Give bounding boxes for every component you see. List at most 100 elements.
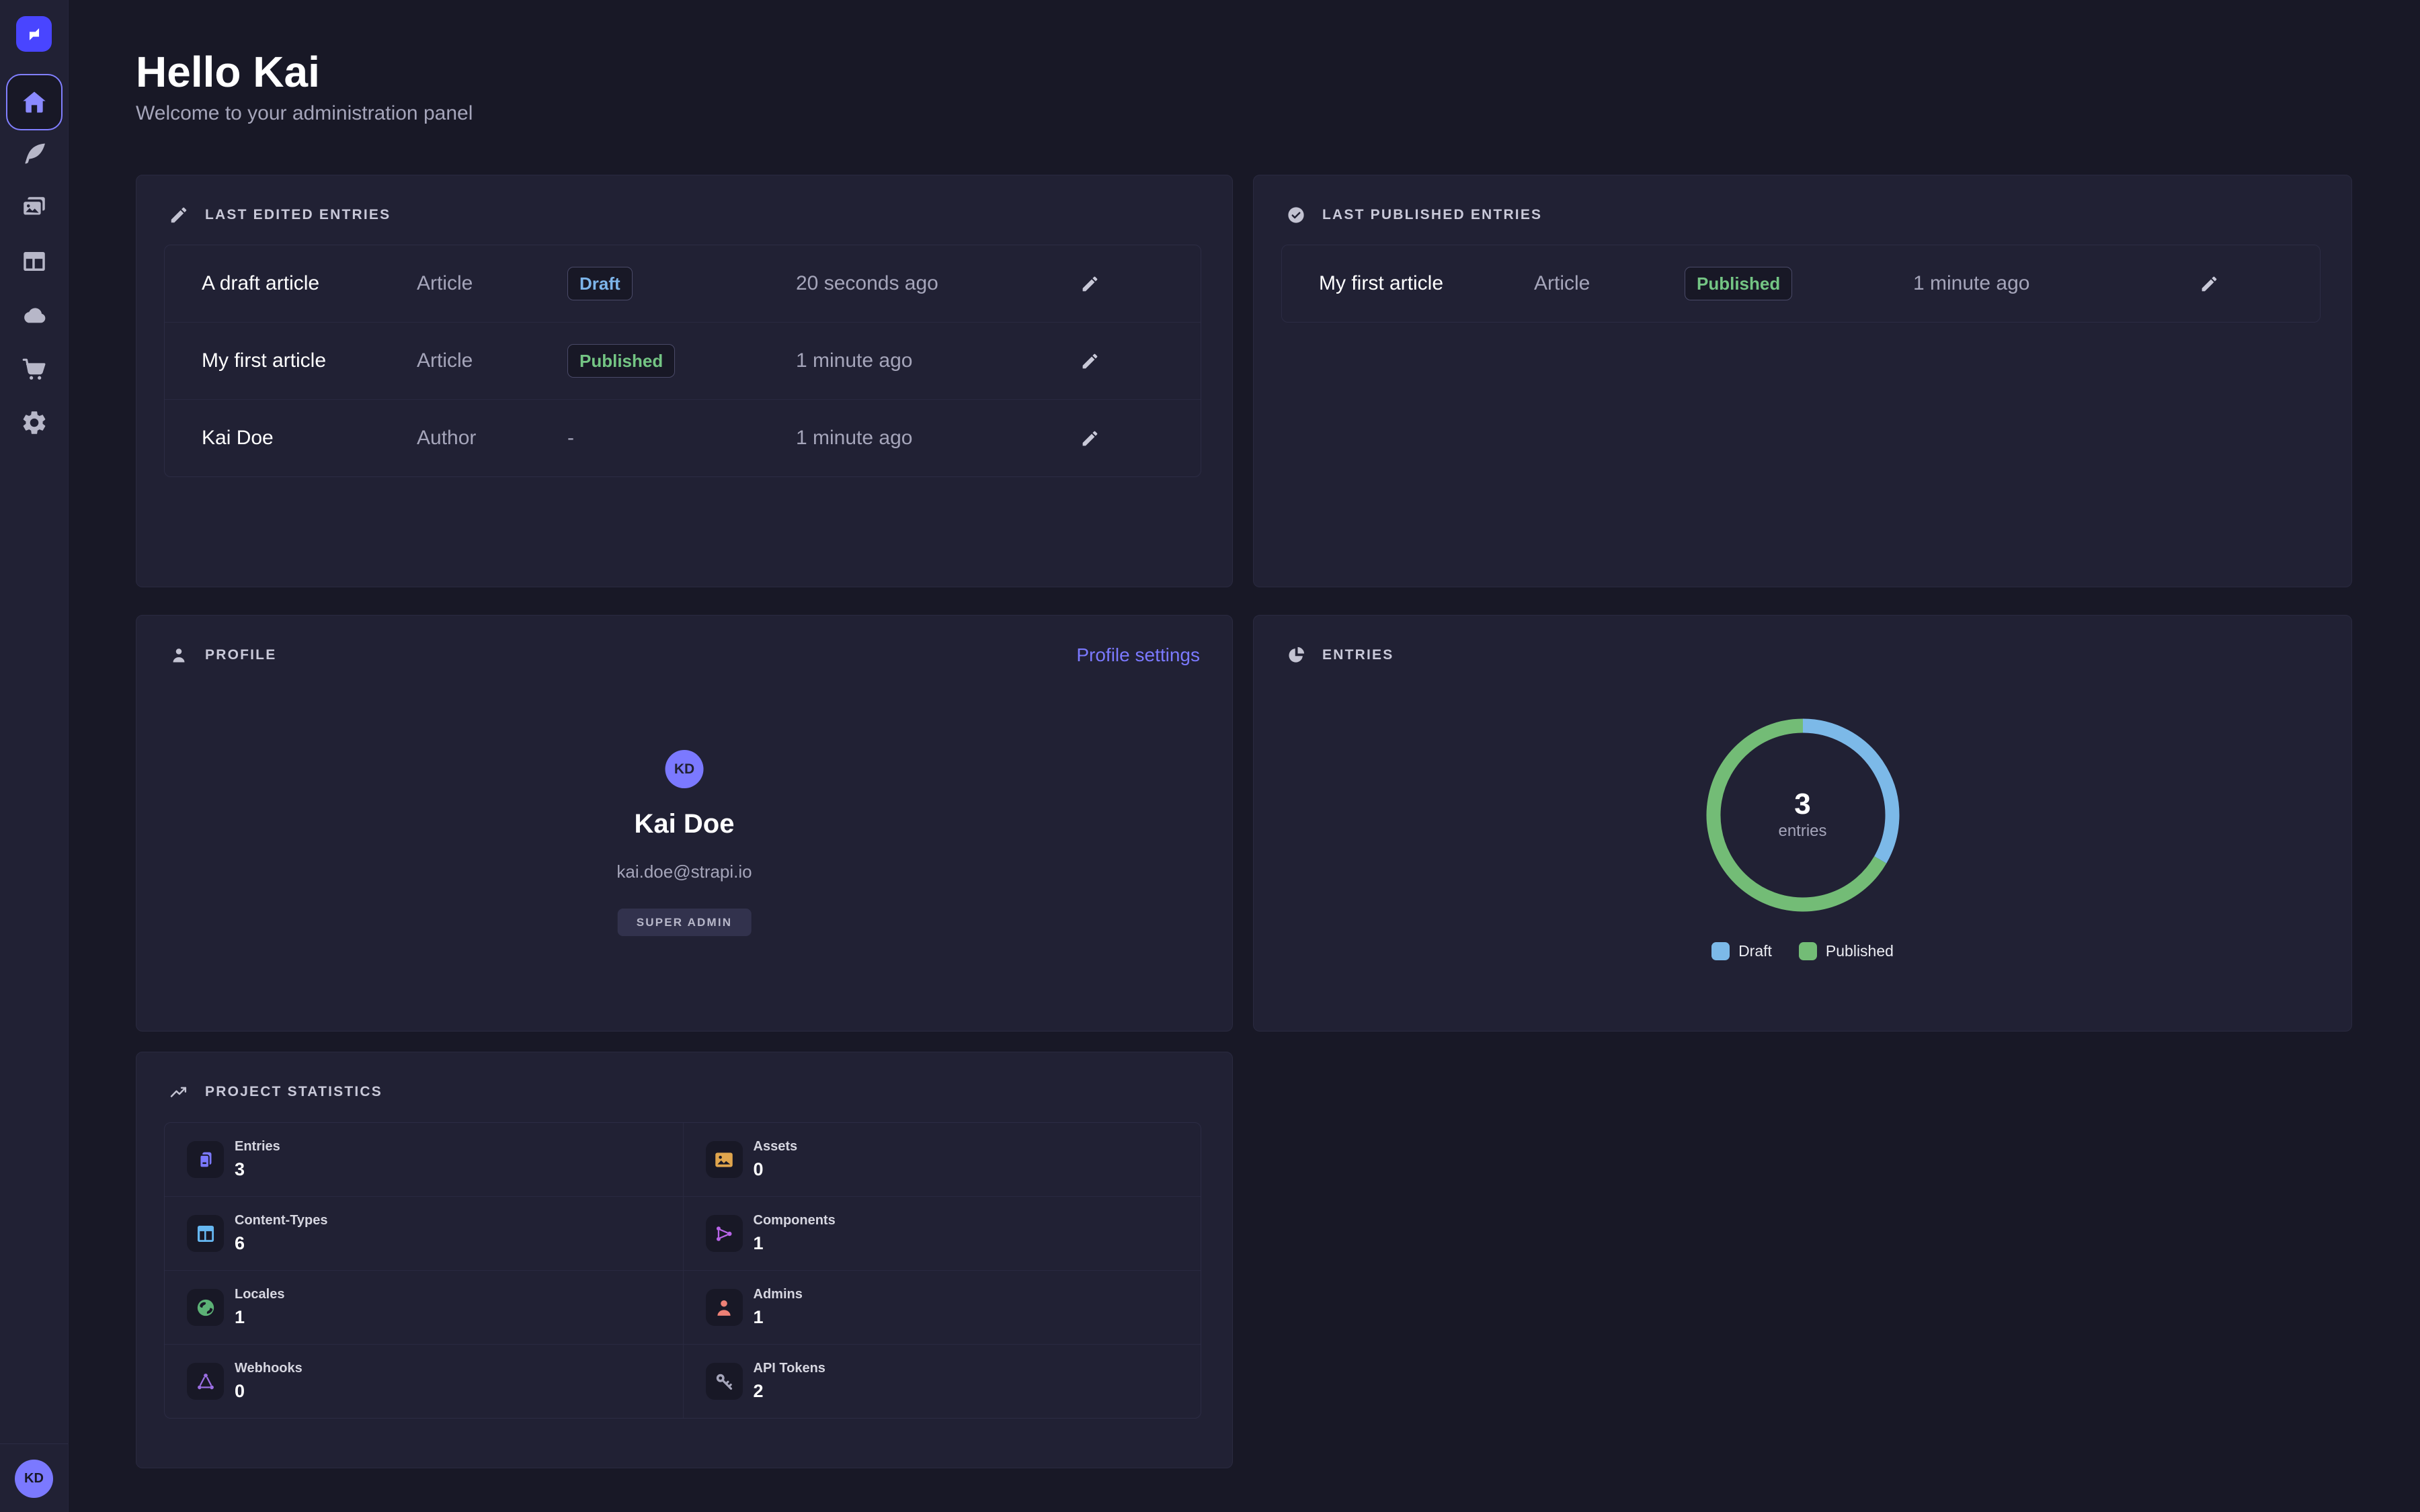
- entries-donut-chart: 3 entries: [1702, 714, 1904, 916]
- user-avatar[interactable]: KD: [15, 1460, 53, 1498]
- legend-swatch: [1799, 942, 1817, 960]
- components-icon: [713, 1222, 735, 1245]
- stat-label: Content-Types: [235, 1213, 328, 1228]
- legend-label: Draft: [1738, 942, 1772, 960]
- webhook-icon: [194, 1370, 217, 1393]
- chart-legend: Draft Published: [1254, 942, 2351, 960]
- stat-value: 0: [754, 1159, 798, 1180]
- entry-status: Published: [1685, 267, 1913, 300]
- strapi-logo-icon: [22, 22, 46, 46]
- entry-updated: 1 minute ago: [1913, 272, 2200, 295]
- stat-value: 6: [235, 1233, 328, 1254]
- home-icon: [21, 89, 48, 116]
- table-row: A draft articleArticleDraft20 seconds ag…: [165, 245, 1201, 322]
- avatar: KD: [666, 750, 704, 788]
- stat-item: Webhooks 0: [165, 1344, 683, 1418]
- status-badge: Published: [567, 344, 675, 378]
- edit-entry-button[interactable]: [1080, 351, 1100, 371]
- profile-name: Kai Doe: [136, 809, 1232, 839]
- stat-label: Entries: [235, 1139, 280, 1154]
- stat-tile: [706, 1363, 743, 1400]
- stat-item: Admins1: [683, 1270, 1201, 1344]
- stat-value: 2: [754, 1381, 825, 1402]
- stat-item: Entries3: [165, 1123, 683, 1196]
- edit-entry-button[interactable]: [1080, 274, 1100, 294]
- stat-tile: [187, 1289, 224, 1326]
- card-title: PROJECT STATISTICS: [205, 1084, 382, 1100]
- sidebar-divider-bottom: [0, 1443, 68, 1444]
- pencil-icon: [169, 205, 189, 225]
- stat-item: Components1: [683, 1196, 1201, 1270]
- edit-entry-button[interactable]: [2200, 274, 2219, 294]
- entry-name: A draft article: [202, 272, 417, 295]
- entries-total: 3: [1794, 790, 1810, 819]
- stat-value: 1: [754, 1307, 803, 1328]
- stat-item: API Tokens2: [683, 1344, 1201, 1418]
- legend-item: Published: [1799, 942, 1894, 960]
- entry-status: -: [567, 427, 796, 450]
- key-icon: [713, 1370, 735, 1393]
- last-published-entries-card: LAST PUBLISHED ENTRIES My first articleA…: [1253, 175, 2352, 587]
- entry-status: Draft: [567, 267, 796, 300]
- card-title: PROFILE: [205, 647, 276, 663]
- card-header: PROFILE Profile settings: [169, 644, 1200, 667]
- entries-total-label: entries: [1778, 822, 1826, 841]
- sidebar-item-settings[interactable]: [14, 408, 54, 437]
- stat-tile: [706, 1141, 743, 1178]
- sidebar-item-home[interactable]: [6, 74, 63, 130]
- sidebar-item-content-manager[interactable]: [14, 139, 54, 169]
- stat-label: Webhooks: [235, 1361, 302, 1376]
- card-title: LAST EDITED ENTRIES: [205, 207, 391, 223]
- globe-icon: [194, 1296, 217, 1319]
- pencil-icon: [1080, 351, 1100, 371]
- page-subtitle: Welcome to your administration panel: [136, 102, 473, 125]
- gear-icon: [20, 409, 48, 437]
- media-icon: [20, 194, 48, 222]
- sidebar-item-media-library[interactable]: [14, 193, 54, 222]
- stat-tile: [187, 1363, 224, 1400]
- card-header: LAST PUBLISHED ENTRIES: [1286, 204, 2319, 226]
- status-empty: -: [567, 427, 574, 450]
- stat-value: 0: [235, 1381, 302, 1402]
- entry-type: Article: [417, 349, 567, 372]
- legend-item: Draft: [1711, 942, 1772, 960]
- strapi-logo[interactable]: [16, 16, 52, 52]
- sidebar-item-marketplace[interactable]: [14, 354, 54, 384]
- strapi-admin-dashboard: KD Hello Kai Welcome to your administrat…: [0, 0, 2420, 1512]
- entries-card: ENTRIES 3 entries Draft Published: [1253, 615, 2352, 1032]
- stat-item: Content-Types 6: [165, 1196, 683, 1270]
- stat-item: Assets0: [683, 1123, 1201, 1196]
- entry-name: Kai Doe: [202, 427, 417, 450]
- edit-entry-button[interactable]: [1080, 429, 1100, 448]
- entry-type: Article: [417, 272, 567, 295]
- card-header: LAST EDITED ENTRIES: [169, 204, 1200, 226]
- picture-icon: [713, 1148, 735, 1171]
- pencil-icon: [1080, 429, 1100, 448]
- table-row: My first articleArticlePublished1 minute…: [1282, 245, 2320, 322]
- last-edited-table: A draft articleArticleDraft20 seconds ag…: [164, 245, 1201, 477]
- sidebar-nav: [0, 74, 68, 462]
- stat-label: Locales: [235, 1287, 284, 1302]
- pencil-icon: [1080, 274, 1100, 294]
- card-title: LAST PUBLISHED ENTRIES: [1322, 207, 1542, 223]
- sidebar-item-content-type-builder[interactable]: [14, 247, 54, 276]
- statistics-grid: Entries3Assets0 Content-Types 6 Components1…: [164, 1122, 1201, 1419]
- entry-status: Published: [567, 344, 796, 378]
- pie-chart-icon: [1286, 645, 1306, 665]
- table-row: My first articleArticlePublished1 minute…: [165, 322, 1201, 399]
- profile-settings-link[interactable]: Profile settings: [1076, 644, 1200, 666]
- layout-grid-icon: [194, 1222, 217, 1245]
- entry-type: Article: [1534, 272, 1685, 295]
- status-badge: Published: [1685, 267, 1792, 300]
- stat-value: 1: [235, 1307, 284, 1328]
- sidebar-item-deploy[interactable]: [14, 300, 54, 330]
- check-circle-icon: [1286, 205, 1306, 225]
- card-header: PROJECT STATISTICS: [169, 1081, 1200, 1103]
- status-badge: Draft: [567, 267, 633, 300]
- profile-email: kai.doe@strapi.io: [136, 862, 1232, 882]
- stat-tile: [187, 1141, 224, 1178]
- card-title: ENTRIES: [1322, 647, 1394, 663]
- feather-icon: [20, 140, 48, 168]
- legend-swatch: [1711, 942, 1730, 960]
- page-title: Hello Kai: [136, 47, 320, 97]
